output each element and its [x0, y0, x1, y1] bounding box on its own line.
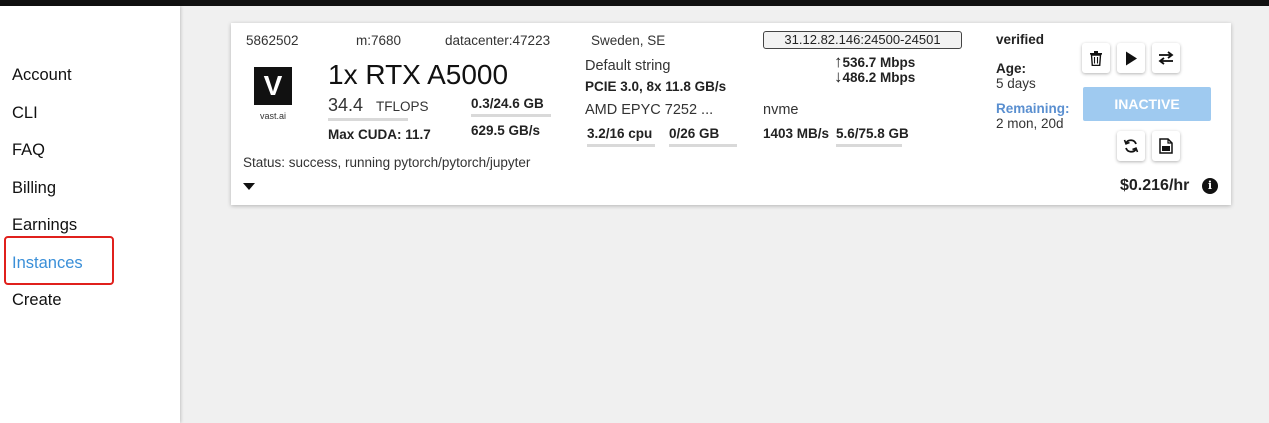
age-value: 5 days	[996, 76, 1036, 91]
arrow-down-icon: ↓	[834, 67, 843, 86]
sidebar: Account CLI FAQ Billing Earnings Instanc…	[0, 6, 180, 423]
upload-speed: ↑536.7 Mbps	[834, 52, 916, 71]
tflops-unit: TFLOPS	[376, 99, 429, 114]
pcie-info: PCIE 3.0, 8x 11.8 GB/s	[585, 79, 727, 94]
top-bar	[0, 0, 1269, 6]
ram-bar	[669, 144, 737, 147]
sidebar-item-faq[interactable]: FAQ	[12, 141, 45, 160]
gpu-bandwidth: 629.5 GB/s	[471, 123, 541, 138]
tflops-value: 34.4	[328, 95, 364, 115]
instance-card: 5862502 m:7680 datacenter:47223 Sweden, …	[231, 23, 1231, 205]
reboot-button[interactable]	[1117, 131, 1145, 161]
chevron-down-icon[interactable]	[243, 183, 255, 190]
sidebar-item-account[interactable]: Account	[12, 66, 72, 85]
ram-usage: 0/26 GB	[669, 126, 720, 141]
datacenter-id: datacenter:47223	[445, 33, 551, 48]
info-icon[interactable]: i	[1202, 178, 1218, 194]
play-icon	[1126, 51, 1137, 65]
machine-id: m:7680	[356, 33, 402, 48]
logs-button[interactable]	[1152, 131, 1180, 161]
tflops-bar	[328, 118, 408, 121]
cpu-bar	[587, 144, 655, 147]
verified-status: verified	[996, 32, 1045, 47]
disk-type: nvme	[763, 102, 799, 118]
cpu-usage: 3.2/16 cpu	[587, 126, 653, 141]
log-icon	[1159, 138, 1173, 154]
disk-speed: 1403 MB/s	[763, 126, 830, 141]
gpu-name: 1x RTX A5000	[328, 59, 509, 90]
motherboard: Default string	[585, 58, 671, 74]
price: $0.216/hr	[1120, 177, 1190, 194]
location: Sweden, SE	[591, 33, 666, 48]
transfer-icon	[1158, 51, 1174, 65]
vast-logo: V	[254, 67, 292, 105]
sidebar-item-cli[interactable]: CLI	[12, 104, 38, 123]
remaining-label: Remaining:	[996, 101, 1070, 116]
sidebar-item-earnings[interactable]: Earnings	[12, 216, 77, 235]
sidebar-item-billing[interactable]: Billing	[12, 179, 56, 198]
vram-usage: 0.3/24.6 GB	[471, 96, 544, 111]
trash-icon	[1090, 50, 1102, 66]
ip-ports-badge[interactable]: 31.12.82.146:24500-24501	[763, 31, 962, 49]
remaining-value: 2 mon, 20d	[996, 116, 1064, 131]
vram-bar	[471, 114, 551, 117]
instance-id: 5862502	[246, 33, 299, 48]
disk-usage: 5.6/75.8 GB	[836, 126, 909, 141]
highlight-annotation	[4, 236, 114, 285]
cpu-name: AMD EPYC 7252 ...	[585, 102, 714, 118]
delete-button[interactable]	[1082, 43, 1110, 73]
vast-logo-text: vast.ai	[259, 111, 286, 121]
refresh-icon	[1123, 139, 1139, 153]
download-speed: ↓486.2 Mbps	[834, 67, 916, 86]
transfer-button[interactable]	[1152, 43, 1180, 73]
sidebar-item-create[interactable]: Create	[12, 291, 62, 310]
status-text: Status: success, running pytorch/pytorch…	[243, 155, 531, 170]
inactive-button[interactable]: INACTIVE	[1083, 87, 1211, 121]
disk-bar	[836, 144, 902, 147]
age-label: Age:	[996, 61, 1026, 76]
start-button[interactable]	[1117, 43, 1145, 73]
max-cuda: Max CUDA: 11.7	[328, 127, 431, 142]
